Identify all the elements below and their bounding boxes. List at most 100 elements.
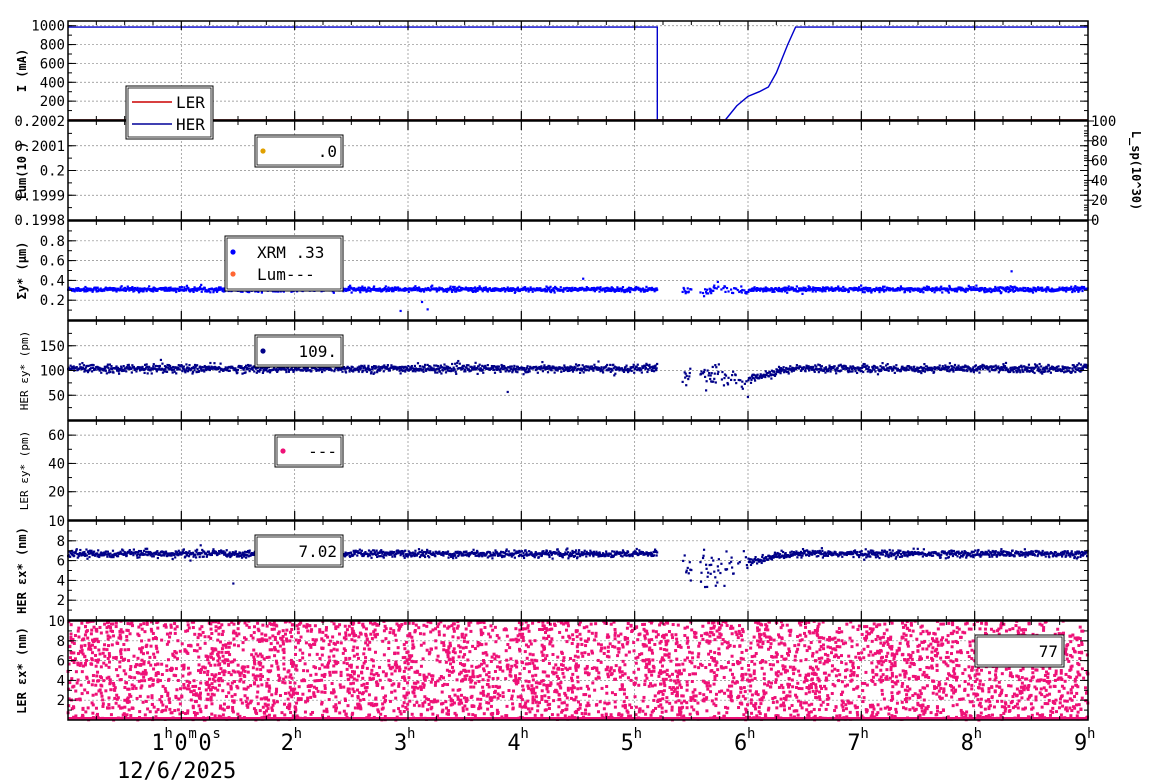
data-point xyxy=(510,365,513,368)
data-point xyxy=(732,291,735,295)
data-point xyxy=(128,548,131,552)
data-point xyxy=(1022,370,1025,373)
data-point xyxy=(846,366,849,370)
data-point xyxy=(375,549,378,552)
data-point xyxy=(497,365,501,368)
data-point xyxy=(886,362,889,366)
data-point xyxy=(650,369,654,372)
data-point xyxy=(152,363,155,366)
data-point xyxy=(100,371,103,374)
data-point xyxy=(606,363,609,367)
data-point xyxy=(952,370,955,373)
data-point xyxy=(640,371,643,374)
data-point xyxy=(541,360,544,364)
data-point xyxy=(1078,367,1082,370)
data-point xyxy=(829,370,832,373)
data-point xyxy=(741,288,744,292)
series-points-XRM xyxy=(67,270,1089,313)
data-point xyxy=(648,363,651,367)
data-point xyxy=(428,556,431,559)
data-point xyxy=(740,291,743,294)
data-point xyxy=(155,552,158,556)
data-point xyxy=(377,365,380,368)
data-point xyxy=(736,288,739,292)
data-point xyxy=(199,544,202,547)
data-point xyxy=(83,550,86,554)
data-point xyxy=(310,370,313,373)
data-point xyxy=(248,367,251,370)
data-point xyxy=(184,369,188,372)
data-point xyxy=(537,556,540,559)
data-point xyxy=(533,556,536,559)
data-point xyxy=(1045,365,1048,368)
data-point xyxy=(186,370,190,373)
data-point xyxy=(225,549,228,552)
data-point xyxy=(209,361,212,365)
data-point xyxy=(367,549,371,552)
data-point xyxy=(188,364,191,367)
data-point xyxy=(350,551,353,554)
data-point xyxy=(978,371,981,374)
data-point xyxy=(476,372,479,376)
series-points-HER εy xyxy=(67,358,1089,398)
data-point xyxy=(727,290,730,293)
data-point xyxy=(424,555,427,559)
data-point xyxy=(486,364,489,367)
data-point xyxy=(702,370,706,374)
data-point xyxy=(1061,365,1064,368)
data-point xyxy=(787,372,790,375)
data-point xyxy=(1049,371,1052,374)
data-point xyxy=(1037,366,1040,369)
data-point xyxy=(1031,291,1035,294)
data-point xyxy=(713,286,716,290)
data-point xyxy=(132,554,135,557)
emittance-monitor-chart: 2004006008001000I (mA)LERHER0.19980.1999… xyxy=(14,19,1143,782)
data-point xyxy=(409,551,412,555)
data-point xyxy=(566,551,569,554)
data-point xyxy=(481,555,484,558)
data-point xyxy=(1020,366,1023,369)
data-point xyxy=(714,381,717,384)
data-point xyxy=(605,550,608,553)
data-point xyxy=(198,369,201,373)
data-point xyxy=(786,291,789,294)
data-point xyxy=(175,290,178,294)
data-point xyxy=(164,366,168,369)
data-point xyxy=(351,366,354,369)
data-point xyxy=(145,363,148,366)
data-point xyxy=(593,363,596,366)
data-point xyxy=(710,372,713,375)
data-point xyxy=(109,552,112,555)
data-point xyxy=(522,373,525,376)
data-point xyxy=(441,369,445,372)
data-point xyxy=(198,555,201,559)
data-point xyxy=(202,555,205,558)
data-point xyxy=(154,364,157,368)
data-point xyxy=(711,365,714,369)
data-point xyxy=(122,364,125,368)
data-point xyxy=(926,289,929,292)
data-point xyxy=(953,363,957,367)
data-point xyxy=(525,551,528,554)
data-point xyxy=(240,556,244,559)
data-point xyxy=(369,550,373,553)
data-point xyxy=(705,380,708,383)
data-point xyxy=(218,370,221,373)
data-point xyxy=(373,285,376,288)
data-point xyxy=(182,365,185,368)
data-point xyxy=(341,370,344,373)
data-point xyxy=(185,363,188,366)
data-point xyxy=(855,371,859,375)
data-point xyxy=(106,550,109,553)
data-point xyxy=(789,365,792,368)
data-point xyxy=(635,366,638,369)
data-point xyxy=(357,286,360,289)
data-point xyxy=(709,377,712,381)
data-point xyxy=(540,365,543,368)
data-point xyxy=(97,549,100,552)
data-point xyxy=(189,559,192,562)
data-point xyxy=(821,286,824,289)
data-point xyxy=(851,370,854,373)
data-point xyxy=(370,371,373,374)
data-point xyxy=(379,555,382,558)
